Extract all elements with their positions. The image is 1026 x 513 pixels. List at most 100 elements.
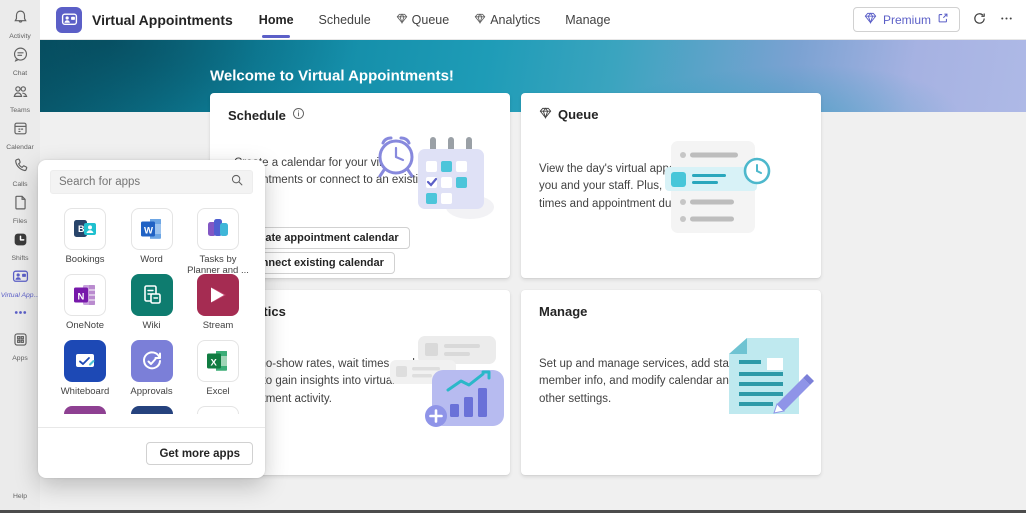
analytics-chart-illustration [386, 332, 506, 439]
tab-queue[interactable]: Queue [396, 0, 449, 40]
sidebar-item-label: Help [13, 493, 27, 500]
phone-icon [12, 157, 29, 179]
sidebar-item-label: Apps [12, 355, 28, 362]
app-item-planner[interactable]: Tasks by Planner and ... [185, 208, 251, 276]
svg-text:X: X [211, 358, 218, 369]
sidebar-item-calls[interactable]: Calls [0, 154, 40, 191]
queue-card-title: Queue [539, 107, 598, 122]
wiki-icon [130, 274, 173, 316]
word-icon: W [130, 208, 173, 250]
refresh-icon [972, 11, 987, 29]
app-item-onenote[interactable]: N OneNote [52, 274, 118, 340]
tab-manage[interactable]: Manage [565, 0, 610, 40]
svg-text:W: W [144, 226, 153, 237]
svg-text:B: B [78, 224, 85, 234]
app-item-word[interactable]: W Word [119, 208, 185, 274]
sidebar-item-files[interactable]: Files [0, 191, 40, 228]
get-more-apps-button[interactable]: Get more apps [146, 442, 253, 465]
app-tile-partial [197, 406, 239, 414]
app-item-label: Wiki [142, 320, 161, 331]
manage-card: Manage Set up and manage services, add s… [521, 290, 821, 475]
app-grid-scroll-area[interactable]: B Bookings W Word Tasks by Planner and .… [38, 202, 265, 414]
search-icon [230, 173, 244, 192]
app-item-label: Approvals [130, 386, 173, 397]
app-search-box[interactable] [50, 170, 253, 194]
virtual-appointments-app-icon [56, 6, 82, 33]
sidebar-item-virtual-appointments[interactable]: Virtual App... [0, 265, 40, 302]
more-options-button[interactable] [999, 11, 1014, 29]
card-title-text: Queue [558, 107, 599, 122]
tab-label: Schedule [318, 12, 371, 27]
tab-schedule[interactable]: Schedule [319, 0, 371, 40]
search-input[interactable] [59, 176, 230, 188]
calendar-icon [12, 120, 29, 142]
sidebar-item-help[interactable]: Help [0, 473, 40, 501]
more-dots-icon [12, 304, 29, 326]
sidebar-item-shifts[interactable]: Shifts [0, 228, 40, 265]
app-item-approvals[interactable]: Approvals [119, 340, 185, 406]
premium-diamond-icon [539, 107, 552, 122]
app-item-stream[interactable]: Stream [185, 274, 251, 340]
apps-grid-icon [12, 331, 29, 353]
info-icon[interactable] [292, 107, 305, 123]
premium-diamond-icon [396, 13, 408, 27]
sidebar-item-more[interactable] [0, 302, 40, 328]
schedule-card-title: Schedule [228, 107, 305, 123]
onenote-icon: N [64, 274, 106, 316]
chat-icon [12, 46, 29, 68]
sidebar-item-activity[interactable]: Activity [0, 6, 40, 43]
sidebar-item-label: Calls [12, 181, 28, 188]
manage-card-body: Set up and manage services, add staff me… [539, 358, 736, 405]
sidebar-item-apps[interactable]: Apps [0, 328, 40, 365]
tab-label: Analytics [490, 12, 541, 27]
popup-divider [38, 427, 265, 428]
sidebar-item-label: Teams [9, 107, 31, 114]
queue-list-illustration [629, 135, 794, 245]
sidebar-item-teams[interactable]: Teams [0, 80, 40, 117]
premium-button[interactable]: Premium [852, 7, 960, 32]
premium-diamond-icon [864, 12, 877, 27]
shifts-icon [12, 231, 29, 253]
tab-label: Manage [565, 12, 611, 27]
app-tile-partial [64, 406, 106, 414]
tab-bar: Home Schedule Queue Analytics Manage [259, 0, 611, 40]
premium-button-label: Premium [882, 12, 931, 27]
manage-document-illustration [719, 334, 819, 427]
card-title-text: Manage [539, 304, 588, 319]
sidebar-item-label: Calendar [6, 144, 34, 151]
app-item-partial-3[interactable] [185, 406, 251, 414]
queue-card: Queue View the day's virtual appointment… [521, 93, 821, 278]
app-item-label: OneNote [65, 320, 105, 331]
approvals-icon [130, 340, 173, 382]
app-item-partial-1[interactable] [52, 406, 118, 414]
ellipsis-icon [999, 11, 1014, 29]
app-item-label: Excel [206, 386, 230, 397]
app-item-partial-2[interactable] [119, 406, 185, 414]
sidebar-item-chat[interactable]: Chat [0, 43, 40, 80]
app-item-excel[interactable]: X Excel [185, 340, 251, 406]
app-item-wiki[interactable]: Wiki [119, 274, 185, 340]
app-tile-partial [130, 406, 173, 414]
svg-text:N: N [78, 292, 85, 303]
bell-icon [12, 9, 29, 31]
app-item-label: Bookings [65, 254, 105, 265]
tab-home[interactable]: Home [259, 0, 294, 40]
manage-card-title: Manage [539, 304, 587, 319]
app-item-label: Word [140, 254, 163, 265]
teams-icon [12, 83, 29, 105]
app-item-label: Whiteboard [60, 386, 110, 397]
sidebar-item-label: Activity [9, 33, 31, 40]
app-item-whiteboard[interactable]: Whiteboard [52, 340, 118, 406]
refresh-button[interactable] [972, 11, 987, 29]
app-grid: B Bookings W Word Tasks by Planner and .… [38, 202, 265, 414]
app-item-bookings[interactable]: B Bookings [52, 208, 118, 274]
planner-tasks-icon [197, 208, 239, 250]
tab-label: Home [258, 12, 294, 27]
open-external-icon [937, 12, 949, 27]
schedule-calendar-illustration [370, 125, 500, 230]
stream-icon [197, 274, 239, 316]
sidebar-item-calendar[interactable]: Calendar [0, 117, 40, 154]
app-rail: Activity Chat Teams Calendar Calls Files… [0, 0, 40, 510]
sidebar-item-label: Chat [12, 70, 28, 77]
tab-analytics[interactable]: Analytics [474, 0, 540, 40]
